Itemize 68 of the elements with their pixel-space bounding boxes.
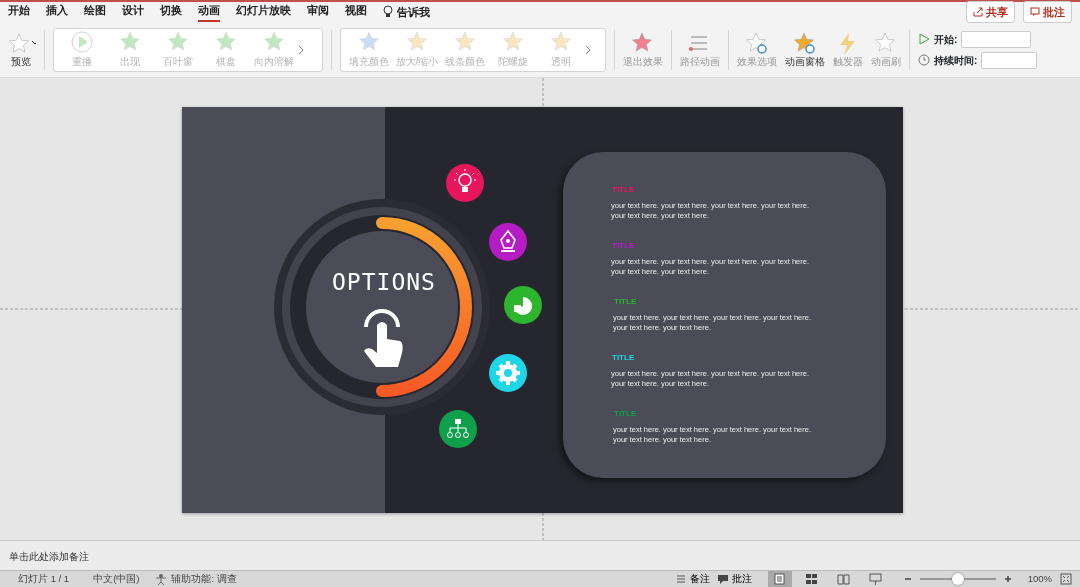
star-icon [501,30,525,54]
notes-button[interactable]: 备注 [675,571,710,587]
zoom-slider[interactable] [919,573,996,585]
star-icon [357,30,381,54]
zoom-out-icon[interactable] [903,575,912,583]
lightbulb-icon [445,163,485,203]
chevron-icon[interactable] [585,44,591,55]
accessibility-status[interactable]: 辅助功能: 调查 [171,571,237,587]
star-icon [793,32,817,56]
share-icon [973,7,983,17]
menu-tab[interactable]: 设计 [122,1,144,23]
chevron-icon[interactable] [298,44,304,55]
menu-tab[interactable]: 开始 [8,1,30,23]
star-icon [118,30,142,54]
zoom-percentage[interactable]: 100% [1027,571,1052,587]
duration-field[interactable] [981,51,1038,69]
menu-tab[interactable]: 幻灯片放映 [236,1,291,23]
menu-tab[interactable]: 绘图 [84,1,106,23]
start-label: 开始: [934,32,958,47]
presentation-icon [869,573,883,585]
comment-icon [717,574,728,584]
tell-me-link[interactable]: 告诉我 [397,3,430,21]
book-view-icon [837,573,851,585]
clock-icon [918,54,930,66]
options-heading: OPTIONS [332,268,436,297]
menu-tab[interactable]: 审阅 [307,1,329,23]
pen-nib-icon [488,222,528,262]
duration-label: 持续时间: [934,53,978,68]
share-button[interactable]: 共享 [966,0,1015,24]
comments-button[interactable]: 批注 [1023,0,1072,24]
gear-icon [488,353,528,393]
item-title: TITLE [612,184,635,196]
item-title: TITLE [612,240,635,252]
star-icon [745,32,769,56]
notes-field[interactable]: 单击此处添加备注 [0,540,1080,570]
grid-view-icon [805,573,819,585]
pie-chart-icon [503,285,543,325]
slider-thumb[interactable] [951,573,964,585]
preview-button[interactable]: 预览 [6,32,36,67]
play-icon [918,33,930,45]
language-indicator[interactable]: 中文(中国) [93,571,140,587]
item-title: TITLE [612,352,635,364]
accessibility-icon [155,573,168,585]
star-icon [166,30,190,54]
lightbulb-icon [383,5,393,19]
comments-button[interactable]: 批注 [717,571,752,587]
menu-tab[interactable]: 切换 [160,1,182,23]
item-title: TITLE [614,296,637,308]
start-field[interactable] [961,30,1032,48]
fit-to-window-icon[interactable] [1060,573,1072,585]
normal-view-icon [773,573,787,585]
star-icon [549,30,573,54]
menu-tab[interactable]: 插入 [46,1,68,23]
star-icon [453,30,477,54]
play-icon [70,30,94,54]
lines-icon [675,574,686,584]
menu-tab[interactable]: 视图 [345,1,367,23]
star-icon [262,30,286,54]
ribbon-button[interactable]: 动画窗格 [785,32,825,67]
star-icon [6,32,36,56]
slide-counter: 幻灯片 1 / 1 [18,571,70,586]
zoom-in-icon[interactable] [1003,575,1012,583]
view-button[interactable] [767,571,792,587]
comment-icon [1030,7,1040,17]
star-icon [214,30,238,54]
star-icon [405,30,429,54]
item-title: TITLE [614,408,637,420]
sitemap-icon [438,409,478,449]
